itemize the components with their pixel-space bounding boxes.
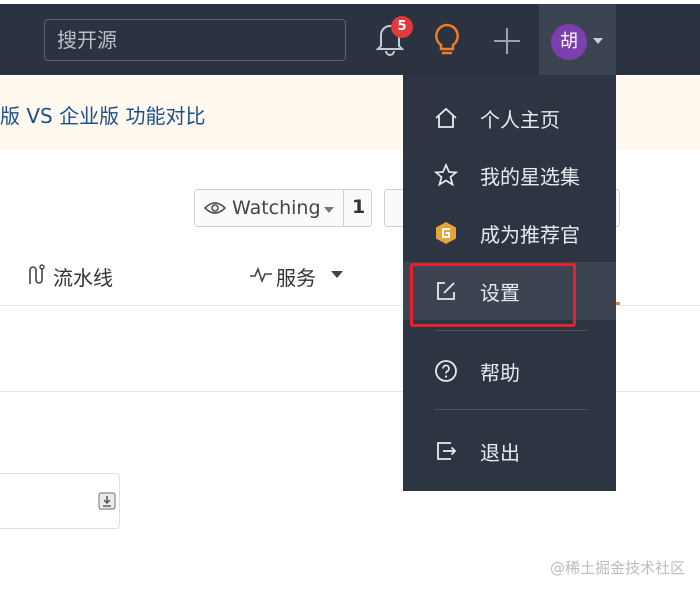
menu-item-help[interactable]: 帮助 bbox=[403, 342, 616, 400]
menu-item-recommender[interactable]: 成为推荐官 bbox=[403, 204, 616, 262]
menu-divider bbox=[434, 409, 588, 410]
help-circle-icon bbox=[435, 360, 457, 382]
menu-label: 成为推荐官 bbox=[480, 223, 580, 247]
notification-badge: 5 bbox=[391, 16, 413, 38]
lightbulb-icon[interactable] bbox=[430, 22, 464, 58]
plus-icon[interactable] bbox=[490, 24, 524, 58]
watermark: @稀土掘金技术社区 bbox=[550, 559, 686, 577]
menu-divider bbox=[434, 330, 588, 331]
gitee-hexagon-icon bbox=[436, 222, 456, 244]
menu-label: 帮助 bbox=[480, 361, 520, 385]
caret-down-icon[interactable] bbox=[593, 38, 603, 44]
star-icon bbox=[433, 162, 459, 187]
avatar[interactable]: 胡 bbox=[551, 24, 587, 60]
home-icon bbox=[435, 107, 457, 128]
menu-item-logout[interactable]: 退出 bbox=[403, 422, 616, 480]
logout-icon bbox=[437, 442, 457, 460]
banner-link[interactable]: 版 VS 企业版 功能对比 bbox=[0, 100, 205, 129]
tab-services[interactable]: 服务 bbox=[276, 262, 316, 291]
watch-divider bbox=[343, 190, 344, 226]
chevron-down-icon[interactable] bbox=[331, 271, 343, 278]
tab-pipeline[interactable]: 流水线 bbox=[53, 262, 113, 291]
eye-icon bbox=[204, 202, 226, 214]
pulse-icon bbox=[250, 266, 272, 284]
menu-item-profile[interactable]: 个人主页 bbox=[403, 89, 616, 147]
annotation-highlight-box bbox=[410, 263, 576, 327]
upload-icon[interactable] bbox=[98, 492, 116, 510]
chevron-down-icon[interactable] bbox=[324, 207, 334, 213]
menu-label: 个人主页 bbox=[480, 108, 560, 132]
active-tab-indicator bbox=[616, 302, 620, 305]
menu-label: 退出 bbox=[480, 441, 520, 465]
watch-label: Watching bbox=[232, 197, 321, 219]
menu-label: 我的星选集 bbox=[480, 165, 580, 189]
search-input[interactable] bbox=[44, 19, 346, 61]
menu-item-starred[interactable]: 我的星选集 bbox=[403, 146, 616, 204]
watch-count[interactable]: 1 bbox=[352, 196, 365, 218]
pipeline-icon bbox=[29, 264, 45, 284]
